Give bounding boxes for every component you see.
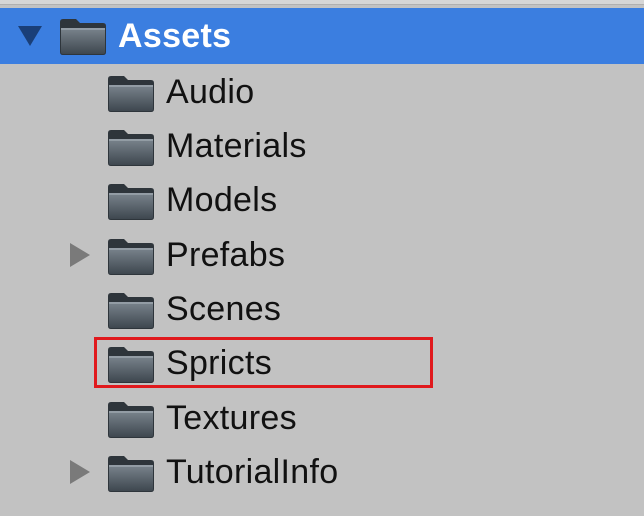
project-panel: Assets Audio Materials Models Prefabs Sc… [0, 0, 644, 516]
folder-icon [106, 290, 156, 330]
triangle-down-icon[interactable] [16, 22, 44, 50]
tree-row-label: Textures [166, 399, 297, 437]
panel-top-border [0, 0, 644, 5]
folder-icon [58, 16, 108, 56]
tree-row-label: Models [166, 181, 278, 219]
tree-row-label: Prefabs [166, 236, 286, 274]
tree-row-label: Materials [166, 127, 307, 165]
tree-row-label: Scenes [166, 290, 282, 328]
tree-row-label: Assets [118, 17, 232, 55]
tree-row-tutorialinfo[interactable]: TutorialInfo [0, 446, 644, 498]
triangle-right-icon[interactable] [66, 241, 94, 269]
folder-icon [106, 453, 156, 493]
folder-icon [106, 236, 156, 276]
tree-row-textures[interactable]: Textures [0, 392, 644, 444]
tree-row-label: Spricts [166, 344, 273, 382]
tree-row-prefabs[interactable]: Prefabs [0, 229, 644, 281]
tree-row-assets[interactable]: Assets [0, 8, 644, 64]
tree-row-label: Audio [166, 73, 255, 111]
tree-row-audio[interactable]: Audio [0, 66, 644, 118]
tree-row-label: TutorialInfo [166, 453, 339, 491]
folder-icon [106, 344, 156, 384]
folder-icon [106, 127, 156, 167]
folder-icon [106, 73, 156, 113]
folder-icon [106, 181, 156, 221]
folder-icon [106, 399, 156, 439]
tree-row-materials[interactable]: Materials [0, 120, 644, 172]
triangle-right-icon[interactable] [66, 458, 94, 486]
tree-row-scenes[interactable]: Scenes [0, 283, 644, 335]
tree-row-models[interactable]: Models [0, 174, 644, 226]
tree-row-spricts[interactable]: Spricts [0, 337, 644, 389]
